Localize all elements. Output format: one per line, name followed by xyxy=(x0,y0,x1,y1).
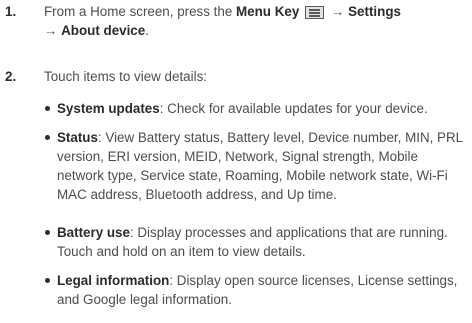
menu-key-label: Menu Key xyxy=(236,4,300,19)
settings-label: Settings xyxy=(348,4,401,19)
item-title: Battery use xyxy=(57,225,130,240)
item-title: Status xyxy=(57,130,98,145)
period: . xyxy=(145,23,149,38)
item-desc: : View Battery status, Battery level, De… xyxy=(57,130,463,202)
step-1-prefix: From a Home screen, press the xyxy=(44,4,237,19)
list-item-system-updates: System updates: Check for available upda… xyxy=(44,99,468,118)
bullet-icon xyxy=(45,135,50,140)
item-desc: : Check for available updates for your d… xyxy=(159,101,428,116)
bullet-icon xyxy=(45,230,50,235)
menu-key-icon xyxy=(305,6,325,19)
about-device-label: About device xyxy=(61,23,146,38)
list-item-legal-information: Legal information: Display open source l… xyxy=(44,271,468,309)
item-title: Legal information xyxy=(57,273,170,288)
step-number: 2. xyxy=(5,69,17,84)
arrow-icon: → xyxy=(331,4,345,19)
bullet-icon xyxy=(45,106,50,111)
bullet-icon xyxy=(45,278,50,283)
item-title: System updates xyxy=(57,101,160,116)
step-number: 1. xyxy=(5,4,17,19)
list-item-status: Status: View Battery status, Battery lev… xyxy=(44,128,468,204)
step-text: From a Home screen, press the Menu Key →… xyxy=(44,2,466,40)
step-text: Touch items to view details: xyxy=(44,69,207,84)
list-item-battery-use: Battery use: Display processes and appli… xyxy=(44,223,468,261)
instructions-page: 1. From a Home screen, press the Menu Ke… xyxy=(0,0,472,323)
arrow-icon: → xyxy=(44,23,58,38)
